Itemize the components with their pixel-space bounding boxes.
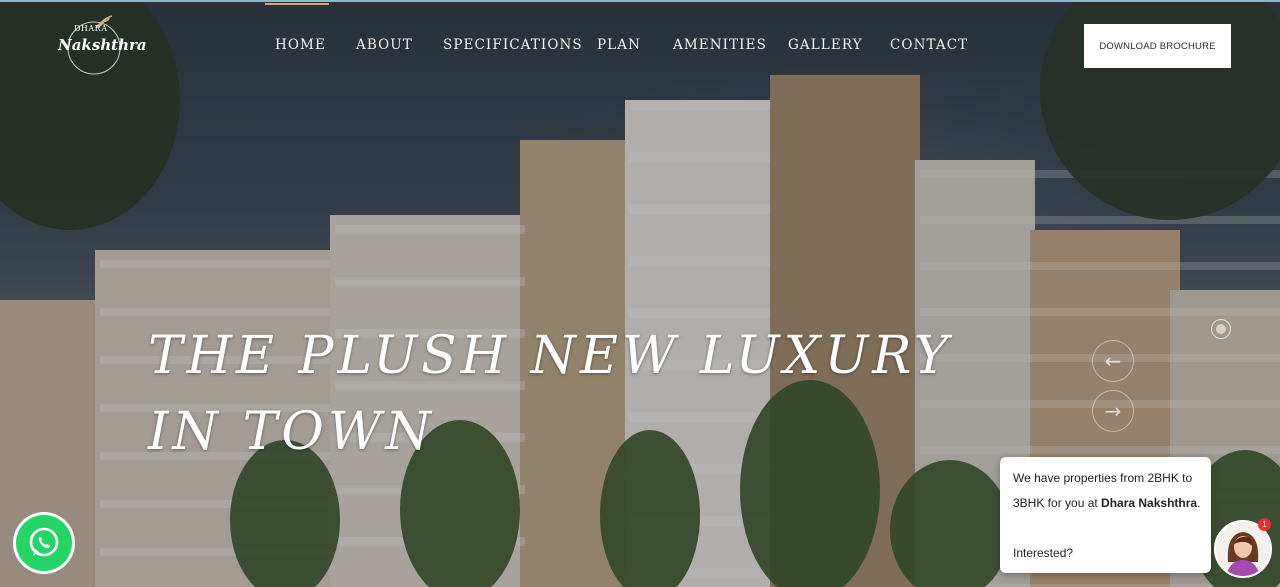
chat-question: Interested? (1013, 546, 1074, 560)
brand-name: Nakshthra (58, 36, 147, 54)
nav-contact[interactable]: CONTACT (890, 37, 968, 53)
chat-line-2: 3BHK for you at Dhara Nakshthra. (1013, 496, 1200, 510)
brand-small: DHARA (74, 24, 108, 33)
nav-specifications[interactable]: SPECIFICATIONS (443, 37, 583, 53)
chat-line-1: We have properties from 2BHK to (1013, 471, 1193, 485)
brand-logo[interactable]: DHARA Nakshthra (56, 14, 147, 76)
nav-home[interactable]: HOME (275, 37, 326, 53)
chat-popup[interactable]: We have properties from 2BHK to 3BHK for… (1000, 457, 1211, 573)
chat-line-2-prefix: 3BHK for you at (1013, 496, 1102, 510)
nav-amenities[interactable]: AMENITIES (673, 37, 767, 53)
whatsapp-icon (29, 527, 59, 557)
whatsapp-button[interactable] (16, 515, 72, 571)
hero-line-2: IN TOWN (148, 402, 435, 462)
chat-notification-badge: 1 (1258, 518, 1271, 531)
chat-line-2-suffix: . (1197, 496, 1201, 510)
slider-dot[interactable] (1211, 319, 1231, 339)
arrow-right-icon[interactable]: → (1092, 390, 1134, 432)
top-accent-line (0, 0, 1280, 2)
nav-plan[interactable]: PLAN (597, 37, 641, 53)
chat-property-name: Dhara Nakshthra (1101, 496, 1198, 510)
arrow-left-icon[interactable]: ← (1092, 340, 1134, 382)
nav-active-indicator (265, 3, 329, 5)
nav-gallery[interactable]: GALLERY (788, 37, 863, 53)
nav-about[interactable]: ABOUT (356, 37, 413, 53)
hero-line-1: THE PLUSH NEW LUXURY (148, 326, 953, 386)
download-brochure-button[interactable]: DOWNLOAD BROCHURE (1084, 24, 1231, 68)
hero-headline: THE PLUSH NEW LUXURY IN TOWN (148, 318, 952, 470)
